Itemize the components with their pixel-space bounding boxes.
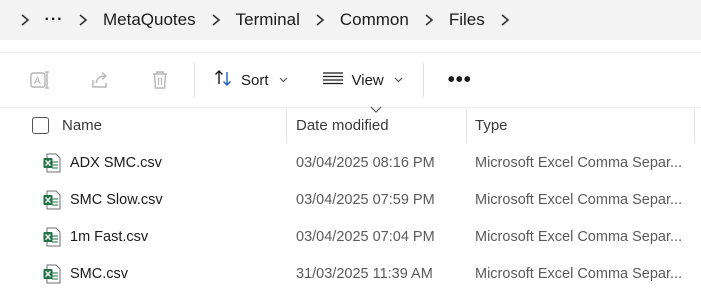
chevron-right-icon[interactable] — [494, 9, 516, 31]
column-header: Name Date modified Type — [0, 106, 701, 143]
excel-csv-file-icon — [43, 190, 61, 210]
chevron-right-icon[interactable] — [72, 9, 94, 31]
chevron-down-icon — [279, 75, 288, 85]
file-date-modified: 31/03/2025 11:39 AM — [296, 266, 433, 282]
share-icon[interactable] — [80, 60, 120, 100]
command-bar: A Sort View ••• — [0, 52, 701, 108]
column-header-name[interactable]: Name — [62, 117, 102, 134]
file-type: Microsoft Excel Comma Separ... — [475, 192, 683, 208]
file-list: ADX SMC.csv 03/04/2025 08:16 PM Microsof… — [0, 145, 701, 293]
sort-button[interactable]: Sort — [205, 62, 296, 98]
chevron-right-icon[interactable] — [418, 9, 440, 31]
file-name: 1m Fast.csv — [70, 229, 149, 245]
toolbar-divider — [194, 63, 195, 97]
chevron-down-icon — [394, 75, 403, 85]
sort-caret-icon — [370, 106, 382, 113]
file-row[interactable]: SMC.csv 31/03/2025 11:39 AM Microsoft Ex… — [0, 256, 701, 293]
sort-label: Sort — [241, 71, 269, 89]
view-label: View — [351, 71, 384, 89]
file-name: ADX SMC.csv — [70, 155, 162, 171]
column-header-date-modified[interactable]: Date modified — [296, 117, 389, 134]
svg-text:A: A — [34, 76, 41, 87]
breadcrumb: ··· MetaQuotes Terminal Common Files — [0, 0, 701, 40]
trash-icon[interactable] — [140, 60, 180, 100]
rename-icon[interactable]: A — [20, 60, 60, 100]
chevron-right-icon[interactable] — [205, 9, 227, 31]
file-name: SMC.csv — [70, 266, 128, 282]
breadcrumb-overflow-button[interactable]: ··· — [36, 8, 72, 32]
more-options-button[interactable]: ••• — [434, 62, 486, 98]
view-button[interactable]: View — [314, 62, 411, 98]
view-icon — [322, 70, 344, 90]
select-all-checkbox[interactable] — [32, 117, 49, 134]
breadcrumb-item-common[interactable]: Common — [331, 6, 418, 34]
sort-icon — [213, 68, 233, 92]
breadcrumb-item-files[interactable]: Files — [440, 6, 494, 34]
column-divider[interactable] — [694, 109, 695, 143]
file-date-modified: 03/04/2025 07:59 PM — [296, 192, 435, 208]
column-divider[interactable] — [466, 109, 467, 143]
file-date-modified: 03/04/2025 08:16 PM — [296, 155, 435, 171]
column-header-type[interactable]: Type — [475, 117, 508, 134]
excel-csv-file-icon — [43, 153, 61, 173]
breadcrumb-item-metaquotes[interactable]: MetaQuotes — [94, 6, 205, 34]
file-row[interactable]: 1m Fast.csv 03/04/2025 07:04 PM Microsof… — [0, 219, 701, 256]
excel-csv-file-icon — [43, 264, 61, 284]
file-date-modified: 03/04/2025 07:04 PM — [296, 229, 435, 245]
file-row[interactable]: ADX SMC.csv 03/04/2025 08:16 PM Microsof… — [0, 145, 701, 182]
file-row[interactable]: SMC Slow.csv 03/04/2025 07:59 PM Microso… — [0, 182, 701, 219]
file-type: Microsoft Excel Comma Separ... — [475, 266, 683, 282]
toolbar-divider — [422, 63, 424, 97]
chevron-right-icon[interactable] — [309, 9, 331, 31]
file-name: SMC Slow.csv — [70, 192, 163, 208]
file-type: Microsoft Excel Comma Separ... — [475, 155, 683, 171]
breadcrumb-item-terminal[interactable]: Terminal — [227, 6, 309, 34]
excel-csv-file-icon — [43, 227, 61, 247]
column-divider[interactable] — [286, 109, 287, 143]
file-type: Microsoft Excel Comma Separ... — [475, 229, 683, 245]
chevron-right-icon[interactable] — [14, 9, 36, 31]
